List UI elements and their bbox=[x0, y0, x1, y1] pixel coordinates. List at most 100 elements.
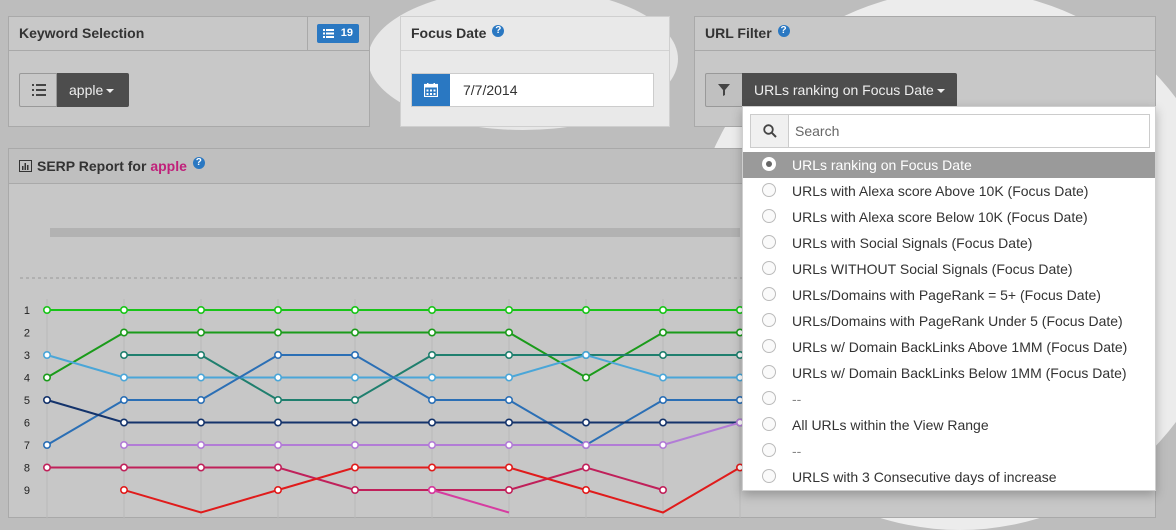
radio-button[interactable] bbox=[762, 443, 776, 457]
data-point[interactable] bbox=[504, 351, 513, 360]
url-filter-dropdown-button[interactable]: URLs ranking on Focus Date bbox=[742, 73, 957, 107]
data-point[interactable] bbox=[427, 306, 436, 315]
search-input[interactable] bbox=[795, 115, 1135, 147]
data-point[interactable] bbox=[427, 351, 436, 360]
data-point[interactable] bbox=[350, 396, 359, 405]
dropdown-option[interactable]: -- bbox=[743, 438, 1155, 464]
data-point[interactable] bbox=[427, 373, 436, 382]
data-point[interactable] bbox=[581, 351, 590, 360]
data-point[interactable] bbox=[197, 373, 206, 382]
dropdown-option[interactable]: All URLs within the View Range bbox=[743, 412, 1155, 438]
data-point[interactable] bbox=[273, 396, 282, 405]
focus-date-field[interactable]: 7/7/2014 bbox=[411, 73, 654, 107]
data-point[interactable] bbox=[120, 328, 129, 337]
data-point[interactable] bbox=[42, 463, 51, 472]
data-point[interactable] bbox=[350, 440, 359, 449]
data-point[interactable] bbox=[197, 440, 206, 449]
filter-button[interactable] bbox=[705, 73, 743, 107]
dropdown-option[interactable]: URLs WITHOUT Social Signals (Focus Date) bbox=[743, 256, 1155, 282]
dropdown-option[interactable]: URLs/Domains with PageRank Under 5 (Focu… bbox=[743, 308, 1155, 334]
data-point[interactable] bbox=[581, 306, 590, 315]
data-point[interactable] bbox=[581, 440, 590, 449]
data-point[interactable] bbox=[658, 373, 667, 382]
data-point[interactable] bbox=[581, 373, 590, 382]
data-point[interactable] bbox=[197, 351, 206, 360]
help-icon[interactable]: ? bbox=[492, 25, 505, 37]
radio-button[interactable] bbox=[762, 157, 776, 171]
dropdown-option[interactable]: -- bbox=[743, 386, 1155, 412]
data-point[interactable] bbox=[350, 306, 359, 315]
data-point[interactable] bbox=[273, 463, 282, 472]
data-point[interactable] bbox=[427, 418, 436, 427]
data-point[interactable] bbox=[350, 351, 359, 360]
data-point[interactable] bbox=[427, 328, 436, 337]
data-point[interactable] bbox=[273, 440, 282, 449]
radio-button[interactable] bbox=[762, 287, 776, 301]
data-point[interactable] bbox=[273, 328, 282, 337]
data-point[interactable] bbox=[658, 418, 667, 427]
data-point[interactable] bbox=[658, 396, 667, 405]
range-scrollbar[interactable] bbox=[50, 228, 740, 237]
data-point[interactable] bbox=[581, 418, 590, 427]
data-point[interactable] bbox=[581, 485, 590, 494]
data-point[interactable] bbox=[581, 463, 590, 472]
data-point[interactable] bbox=[427, 396, 436, 405]
dropdown-option[interactable]: URLS with 3 Consecutive days of increase bbox=[743, 464, 1155, 490]
data-point[interactable] bbox=[273, 351, 282, 360]
data-point[interactable] bbox=[197, 418, 206, 427]
data-point[interactable] bbox=[658, 351, 667, 360]
data-point[interactable] bbox=[504, 396, 513, 405]
radio-button[interactable] bbox=[762, 209, 776, 223]
data-point[interactable] bbox=[197, 306, 206, 315]
data-point[interactable] bbox=[427, 440, 436, 449]
data-point[interactable] bbox=[273, 373, 282, 382]
dropdown-option[interactable]: URLs with Alexa score Above 10K (Focus D… bbox=[743, 178, 1155, 204]
dropdown-option[interactable]: URLs w/ Domain BackLinks Below 1MM (Focu… bbox=[743, 360, 1155, 386]
dropdown-option[interactable]: URLs with Alexa score Below 10K (Focus D… bbox=[743, 204, 1155, 230]
radio-button[interactable] bbox=[762, 313, 776, 327]
data-point[interactable] bbox=[273, 306, 282, 315]
data-point[interactable] bbox=[42, 351, 51, 360]
data-point[interactable] bbox=[273, 485, 282, 494]
data-point[interactable] bbox=[427, 485, 436, 494]
search-button[interactable] bbox=[751, 115, 789, 147]
data-point[interactable] bbox=[350, 373, 359, 382]
data-point[interactable] bbox=[42, 440, 51, 449]
data-point[interactable] bbox=[42, 306, 51, 315]
dropdown-option[interactable]: URLs w/ Domain BackLinks Above 1MM (Focu… bbox=[743, 334, 1155, 360]
keyword-list-button[interactable] bbox=[19, 73, 57, 107]
data-point[interactable] bbox=[658, 306, 667, 315]
dropdown-option[interactable]: URLs with Social Signals (Focus Date) bbox=[743, 230, 1155, 256]
dropdown-option[interactable]: URLs/Domains with PageRank = 5+ (Focus D… bbox=[743, 282, 1155, 308]
data-point[interactable] bbox=[350, 463, 359, 472]
data-point[interactable] bbox=[658, 328, 667, 337]
help-icon[interactable]: ? bbox=[777, 25, 790, 37]
data-point[interactable] bbox=[197, 463, 206, 472]
data-point[interactable] bbox=[504, 373, 513, 382]
radio-button[interactable] bbox=[762, 183, 776, 197]
keyword-count-badge[interactable]: 19 bbox=[317, 24, 359, 43]
radio-button[interactable] bbox=[762, 469, 776, 483]
radio-button[interactable] bbox=[762, 339, 776, 353]
data-point[interactable] bbox=[120, 306, 129, 315]
data-point[interactable] bbox=[427, 463, 436, 472]
radio-button[interactable] bbox=[762, 365, 776, 379]
data-point[interactable] bbox=[120, 373, 129, 382]
data-point[interactable] bbox=[197, 328, 206, 337]
data-point[interactable] bbox=[42, 396, 51, 405]
data-point[interactable] bbox=[120, 396, 129, 405]
data-point[interactable] bbox=[120, 485, 129, 494]
data-point[interactable] bbox=[120, 418, 129, 427]
data-point[interactable] bbox=[504, 485, 513, 494]
data-point[interactable] bbox=[504, 440, 513, 449]
data-point[interactable] bbox=[504, 463, 513, 472]
calendar-button[interactable] bbox=[412, 74, 450, 106]
radio-button[interactable] bbox=[762, 391, 776, 405]
data-point[interactable] bbox=[504, 418, 513, 427]
data-point[interactable] bbox=[658, 440, 667, 449]
radio-button[interactable] bbox=[762, 417, 776, 431]
data-point[interactable] bbox=[273, 418, 282, 427]
data-point[interactable] bbox=[42, 373, 51, 382]
data-point[interactable] bbox=[658, 485, 667, 494]
keyword-dropdown-button[interactable]: apple bbox=[57, 73, 129, 107]
